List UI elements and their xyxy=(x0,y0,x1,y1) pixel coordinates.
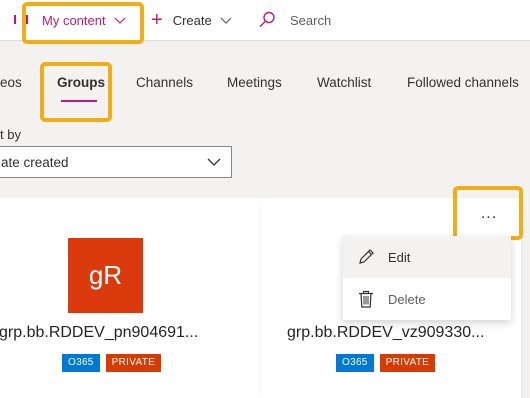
badge-row: O365 PRIVATE xyxy=(62,354,162,372)
create-button[interactable]: + Create xyxy=(151,0,232,40)
highlight-more-button xyxy=(453,186,523,240)
trash-icon xyxy=(359,290,373,308)
sort-value: ate created xyxy=(1,155,69,170)
search-box[interactable]: Search xyxy=(258,0,331,40)
sort-label: t by xyxy=(0,127,21,142)
menu-item-edit[interactable]: Edit xyxy=(343,236,511,278)
badge-row: O365 PRIVATE xyxy=(336,354,436,372)
sort-dropdown[interactable]: ate created xyxy=(0,146,232,178)
private-badge: PRIVATE xyxy=(379,354,436,372)
menu-item-label: Edit xyxy=(388,249,411,265)
tab-meetings[interactable]: Meetings xyxy=(227,75,282,90)
menu-item-label: Delete xyxy=(388,291,426,307)
highlight-groups-tab xyxy=(40,62,112,122)
avatar-initials: gR xyxy=(88,260,123,290)
tab-followed-channels[interactable]: Followed channels xyxy=(407,75,519,90)
highlight-my-content xyxy=(22,2,144,44)
tab-videos[interactable]: eos xyxy=(0,75,22,90)
group-title[interactable]: grp.bb.RDDEV_vz909330... xyxy=(287,324,484,342)
group-title[interactable]: grp.bb.RDDEV_pn904691... xyxy=(0,324,198,342)
card-context-menu: Edit Delete xyxy=(343,236,511,320)
pencil-icon xyxy=(359,249,374,264)
o365-badge: O365 xyxy=(62,354,100,372)
chevron-down-icon xyxy=(207,158,221,166)
create-label: Create xyxy=(172,12,212,28)
tab-watchlist[interactable]: Watchlist xyxy=(317,75,371,90)
tab-channels[interactable]: Channels xyxy=(136,75,193,90)
search-icon xyxy=(259,11,275,28)
o365-badge: O365 xyxy=(336,354,374,372)
chevron-down-icon xyxy=(220,17,232,24)
menu-item-delete[interactable]: Delete xyxy=(343,278,511,320)
private-badge: PRIVATE xyxy=(105,354,162,372)
group-avatar: gR xyxy=(68,238,143,313)
group-card[interactable]: gR grp.bb.RDDEV_pn904691... O365 PRIVATE xyxy=(0,198,261,398)
search-placeholder: Search xyxy=(290,12,332,28)
plus-icon: + xyxy=(151,9,163,31)
